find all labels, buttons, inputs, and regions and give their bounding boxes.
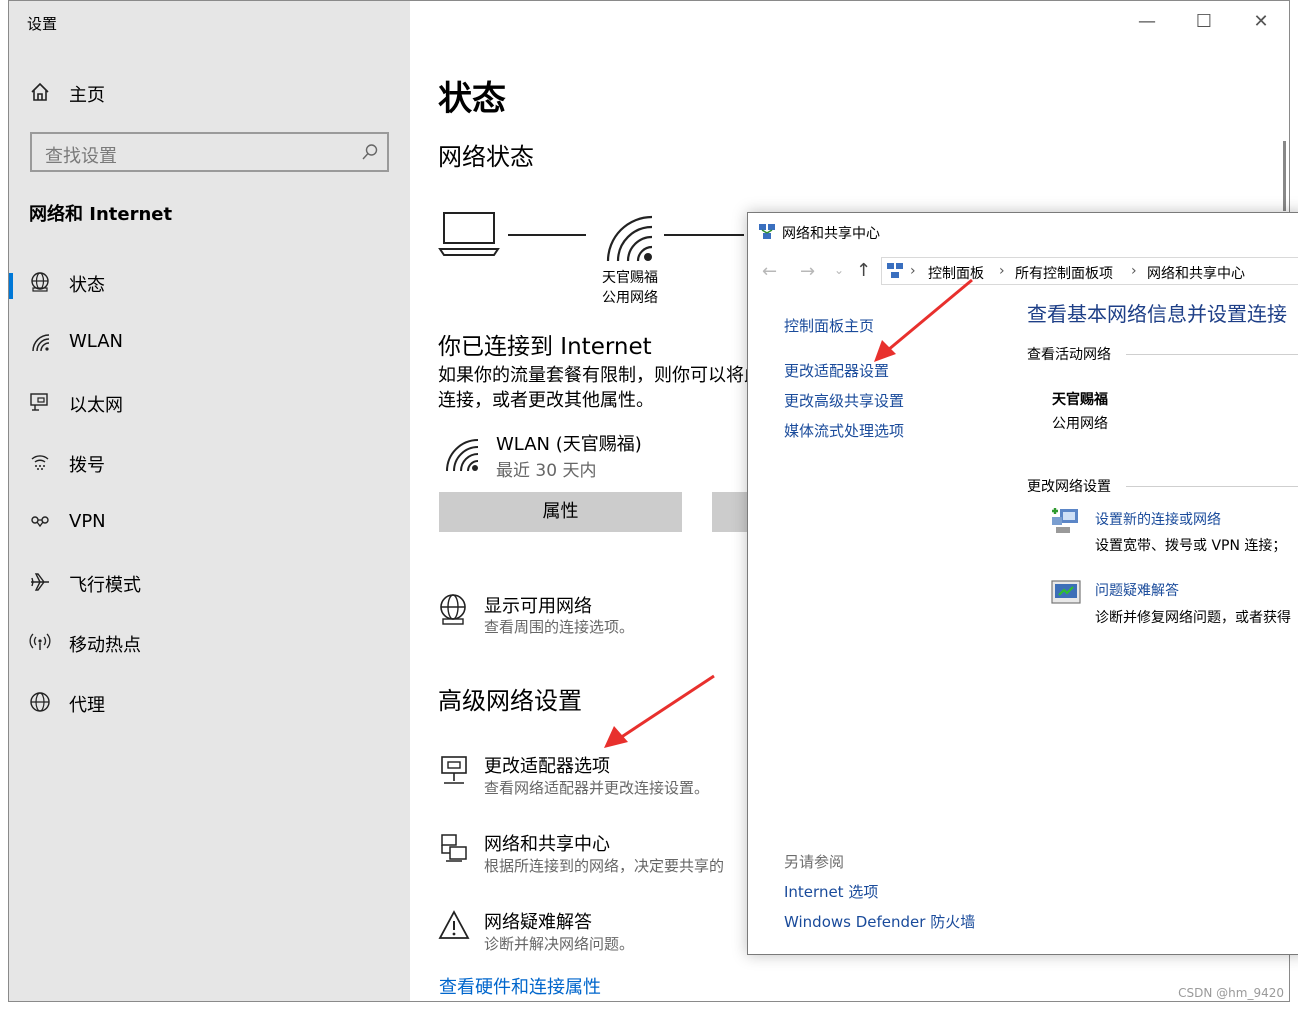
wlan-icon (446, 439, 479, 472)
window-title: 设置 (27, 15, 58, 33)
troubleshoot-icon (1051, 580, 1081, 604)
sharing-center-icon (441, 834, 467, 862)
connection-line (508, 234, 586, 236)
sharing-center-link[interactable]: 网络和共享中心 (484, 830, 610, 856)
cp-heading: 查看基本网络信息并设置连接 (1027, 302, 1287, 326)
setup-connection-sub: 设置宽带、拨号或 VPN 连接； (1095, 538, 1287, 554)
wifi-icon (606, 215, 653, 262)
network-status-title: 网络状态 (438, 143, 534, 171)
network-center-icon (759, 224, 775, 239)
nav-hotspot[interactable]: 移动热点 (9, 623, 410, 663)
nav-proxy[interactable]: 代理 (9, 683, 410, 723)
watermark: CSDN @hm_9420 (1178, 986, 1284, 1000)
hardware-properties-link[interactable]: 查看硬件和连接属性 (439, 973, 601, 999)
firewall-link[interactable]: Windows Defender 防火墙 (784, 911, 975, 932)
show-networks-sub: 查看周围的连接选项。 (484, 618, 635, 636)
nav-label: 飞行模式 (69, 575, 141, 596)
forward-button[interactable]: → (800, 261, 815, 282)
warning-icon (438, 910, 470, 939)
cp-window-title: 网络和共享中心 (782, 226, 880, 242)
change-adapter-settings-link[interactable]: 更改适配器设置 (784, 360, 889, 381)
cp-network-name: 天官赐福 (1052, 392, 1108, 408)
connected-title: 你已连接到 Internet (438, 334, 652, 360)
connection-line (664, 234, 744, 236)
sharing-center-sub: 根据所连接到的网络，决定要共享的 (484, 857, 725, 875)
troubleshoot-problems-link[interactable]: 问题疑难解答 (1095, 580, 1179, 600)
wifi-icon (32, 334, 50, 352)
nav-home-label: 主页 (69, 85, 105, 106)
network-type: 公用网络 (602, 290, 658, 306)
advanced-title: 高级网络设置 (438, 687, 582, 715)
search-icon (362, 144, 378, 160)
breadcrumb-sep: › (910, 263, 916, 279)
nav-airplane[interactable]: 飞行模式 (9, 563, 410, 603)
settings-sidebar: 设置 主页 查找设置 网络和 Internet 状态 WLAN 以太网 拨号 V… (9, 1, 410, 1001)
active-networks-label: 查看活动网络 (1027, 347, 1111, 363)
wlan-sub: 最近 30 天内 (496, 461, 597, 481)
home-icon (31, 82, 49, 101)
connected-desc-line1: 如果你的流量套餐有限制，则你可以将此 (438, 365, 762, 386)
internet-options-link[interactable]: Internet 选项 (784, 881, 878, 902)
troubleshoot-sub: 诊断并解决网络问题。 (484, 935, 635, 953)
globe-icon (440, 594, 466, 625)
change-adapter-link[interactable]: 更改适配器选项 (484, 752, 610, 778)
nav-home[interactable]: 主页 (9, 73, 410, 113)
nav-vpn[interactable]: VPN (9, 503, 410, 543)
cp-network-type: 公用网络 (1052, 416, 1108, 432)
divider (1126, 354, 1298, 355)
connected-desc-line2: 连接，或者更改其他属性。 (438, 390, 654, 411)
breadcrumb-item[interactable]: 所有控制面板项 (1015, 263, 1113, 283)
cp-home-link[interactable]: 控制面板主页 (784, 315, 874, 336)
address-bar[interactable]: › 控制面板 › 所有控制面板项 › 网络和共享中心 (881, 257, 1298, 285)
nav-dialup[interactable]: 拨号 (9, 443, 410, 483)
adapter-icon (441, 756, 467, 784)
nav-label: 状态 (69, 275, 105, 296)
proxy-globe-icon (30, 692, 50, 712)
search-input[interactable]: 查找设置 (30, 132, 389, 172)
control-panel-icon (887, 263, 903, 278)
breadcrumb-sep: › (999, 263, 1005, 279)
ethernet-icon (30, 393, 48, 411)
see-also-label: 另请参阅 (784, 853, 845, 871)
nav-label: WLAN (69, 331, 124, 352)
breadcrumb-item[interactable]: 控制面板 (928, 263, 984, 283)
search-placeholder: 查找设置 (45, 146, 117, 167)
divider (1126, 486, 1298, 487)
nav-ethernet[interactable]: 以太网 (9, 383, 410, 423)
change-adapter-sub: 查看网络适配器并更改连接设置。 (484, 779, 710, 797)
page-title: 状态 (438, 79, 506, 119)
airplane-icon (31, 573, 49, 591)
nav-label: 代理 (69, 695, 105, 716)
network-name: 天官赐福 (602, 270, 658, 286)
up-button[interactable]: ↑ (856, 260, 871, 281)
media-streaming-link[interactable]: 媒体流式处理选项 (784, 420, 904, 441)
nav-label: 移动热点 (69, 635, 141, 656)
section-title: 网络和 Internet (29, 204, 173, 225)
nav-label: 拨号 (69, 455, 105, 476)
recent-dropdown-button[interactable]: ⌄ (834, 263, 844, 277)
globe-status-icon (31, 272, 49, 292)
troubleshoot-link[interactable]: 网络疑难解答 (484, 908, 592, 934)
breadcrumb-sep: › (1131, 263, 1137, 279)
network-sharing-center-window: 网络和共享中心 ← → ⌄ ↑ › 控制面板 › 所有控制面板项 › 网络和共享… (747, 212, 1298, 955)
setup-connection-link[interactable]: 设置新的连接或网络 (1095, 509, 1221, 529)
troubleshoot-problems-sub: 诊断并修复网络问题，或者获得 (1095, 610, 1291, 626)
back-button[interactable]: ← (762, 261, 777, 282)
dialup-icon (31, 455, 49, 470)
nav-status[interactable]: 状态 (9, 263, 410, 303)
wlan-title: WLAN (天官赐福) (496, 434, 642, 455)
advanced-sharing-link[interactable]: 更改高级共享设置 (784, 390, 904, 411)
change-network-settings-label: 更改网络设置 (1027, 479, 1111, 495)
vpn-icon (31, 516, 49, 528)
selected-indicator (9, 273, 13, 299)
show-networks-link[interactable]: 显示可用网络 (484, 592, 592, 618)
nav-label: VPN (69, 511, 106, 532)
breadcrumb-item[interactable]: 网络和共享中心 (1147, 263, 1245, 283)
properties-button[interactable]: 属性 (439, 492, 682, 532)
new-connection-icon (1052, 508, 1078, 533)
nav-wlan[interactable]: WLAN (9, 323, 410, 363)
laptop-icon (438, 212, 500, 256)
nav-label: 以太网 (69, 395, 123, 416)
hotspot-icon (29, 633, 51, 650)
